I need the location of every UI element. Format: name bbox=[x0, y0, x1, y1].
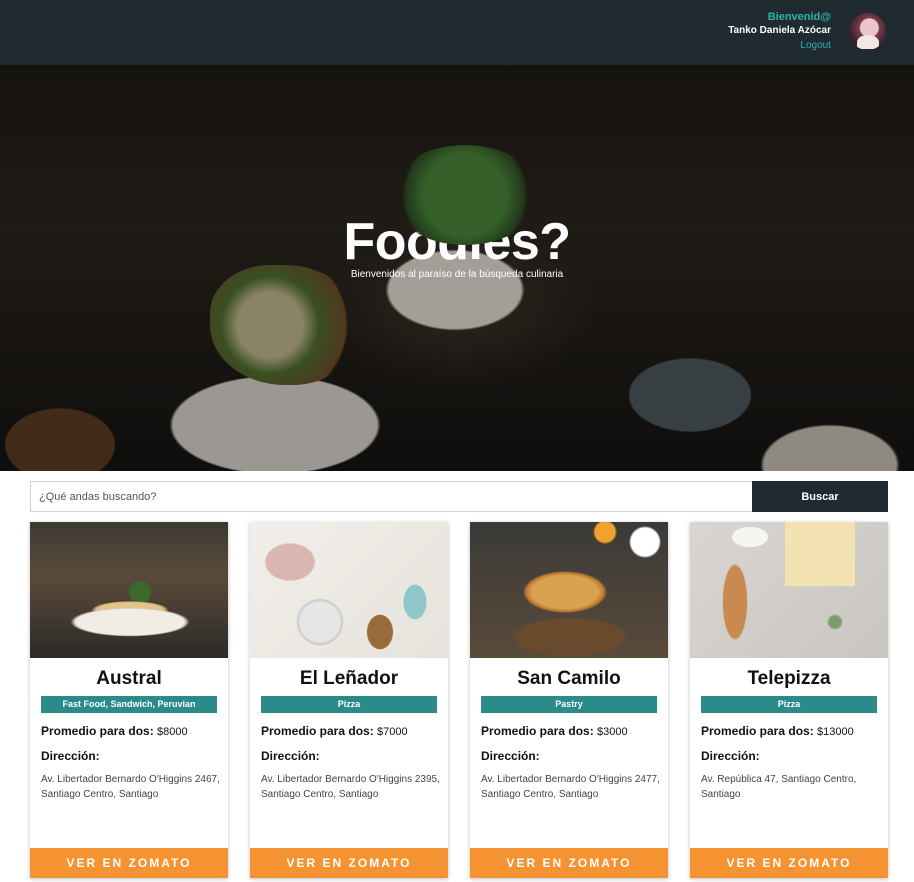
cuisine-badge: Pizza bbox=[701, 696, 877, 713]
cuisine-badge: Pizza bbox=[261, 696, 437, 713]
restaurant-photo bbox=[690, 522, 888, 658]
price-label: Promedio para dos: bbox=[701, 724, 814, 738]
address-label: Dirección: bbox=[701, 749, 760, 763]
restaurant-photo bbox=[250, 522, 448, 658]
view-on-zomato-button[interactable]: VER EN ZOMATO bbox=[250, 848, 448, 878]
price-row: Promedio para dos: $8000 bbox=[41, 724, 188, 738]
address-label: Dirección: bbox=[261, 749, 320, 763]
price-label: Promedio para dos: bbox=[261, 724, 374, 738]
greeting-text: Bienvenid@ bbox=[767, 11, 831, 23]
hero-banner: Foodies? Bienvenidos al paraíso de la bú… bbox=[0, 65, 914, 471]
address-text: Av. República 47, Santiago Centro, Santi… bbox=[701, 774, 857, 800]
restaurant-photo bbox=[470, 522, 668, 658]
logout-link[interactable]: Logout bbox=[728, 38, 831, 54]
price-value: $13000 bbox=[817, 726, 854, 738]
view-on-zomato-button[interactable]: VER EN ZOMATO bbox=[30, 848, 228, 878]
address-text: Av. Libertador Bernardo O'Higgins 2395, … bbox=[261, 774, 440, 800]
cuisine-badge: Pastry bbox=[481, 696, 657, 713]
view-on-zomato-button[interactable]: VER EN ZOMATO bbox=[690, 848, 888, 878]
restaurant-name: El Leñador bbox=[299, 668, 399, 689]
view-on-zomato-button[interactable]: VER EN ZOMATO bbox=[470, 848, 668, 878]
user-name: Tanko Daniela Azócar bbox=[728, 25, 831, 36]
restaurant-name: San Camilo bbox=[517, 668, 621, 689]
restaurant-name: Austral bbox=[96, 668, 162, 689]
page-subtitle: Bienvenidos al paraíso de la búsqueda cu… bbox=[350, 269, 564, 280]
restaurant-card: Austral Fast Food, Sandwich, Peruvian Pr… bbox=[30, 522, 228, 878]
restaurant-name: Telepizza bbox=[747, 668, 831, 689]
restaurant-card: El Leñador Pizza Promedio para dos: $700… bbox=[250, 522, 448, 878]
search-button[interactable]: Buscar bbox=[752, 481, 888, 512]
avatar[interactable] bbox=[849, 13, 886, 50]
top-bar: Bienvenid@ Tanko Daniela Azócar Logout bbox=[0, 0, 914, 65]
search-input[interactable] bbox=[30, 481, 752, 512]
restaurant-card: San Camilo Pastry Promedio para dos: $30… bbox=[470, 522, 668, 878]
page-title: Foodies? bbox=[343, 213, 571, 271]
price-row: Promedio para dos: $3000 bbox=[481, 724, 628, 738]
price-label: Promedio para dos: bbox=[41, 724, 154, 738]
price-value: $7000 bbox=[377, 726, 408, 738]
price-row: Promedio para dos: $13000 bbox=[701, 724, 854, 738]
restaurant-photo bbox=[30, 522, 228, 658]
address-label: Dirección: bbox=[41, 749, 100, 763]
restaurant-card: Telepizza Pizza Promedio para dos: $1300… bbox=[690, 522, 888, 878]
price-value: $8000 bbox=[157, 726, 188, 738]
cuisine-badge: Fast Food, Sandwich, Peruvian bbox=[41, 696, 217, 713]
user-info: Bienvenid@ Tanko Daniela Azócar Logout bbox=[728, 10, 831, 54]
address-text: Av. Libertador Bernardo O'Higgins 2467, … bbox=[41, 774, 220, 800]
price-row: Promedio para dos: $7000 bbox=[261, 724, 408, 738]
address-label: Dirección: bbox=[481, 749, 540, 763]
address-text: Av. Libertador Bernardo O'Higgins 2477, … bbox=[481, 774, 660, 800]
price-label: Promedio para dos: bbox=[481, 724, 594, 738]
price-value: $3000 bbox=[597, 726, 628, 738]
